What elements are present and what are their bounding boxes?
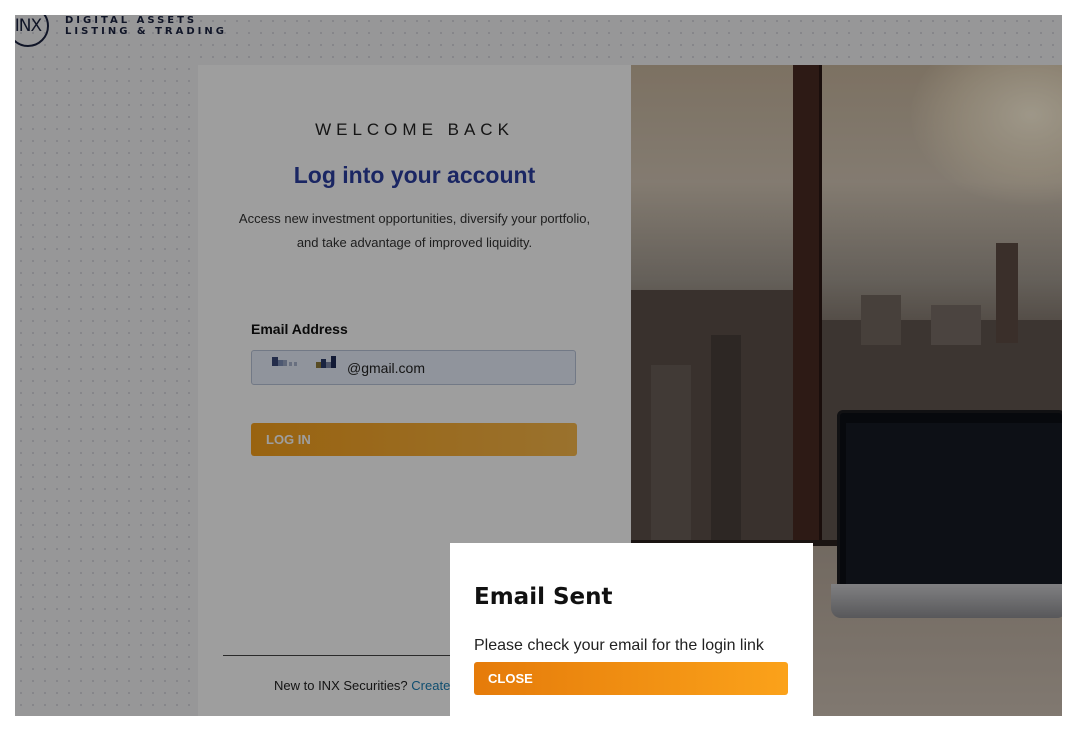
dialog-title: Email Sent <box>474 584 613 610</box>
email-sent-dialog: Email Sent Please check your email for t… <box>450 543 813 716</box>
close-button[interactable]: CLOSE <box>474 662 788 695</box>
dialog-message: Please check your email for the login li… <box>474 637 764 654</box>
